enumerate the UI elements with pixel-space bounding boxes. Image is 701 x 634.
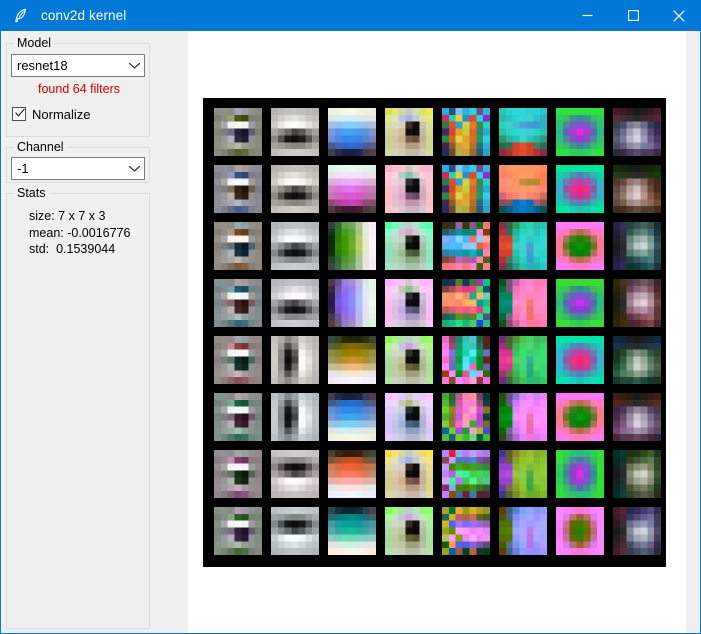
model-select[interactable]: resnet18 (11, 54, 145, 77)
title-bar: conv2d kernel (1, 0, 700, 31)
filter-tile[interactable] (499, 450, 547, 498)
filter-tile[interactable] (499, 393, 547, 441)
filter-tile[interactable] (214, 450, 262, 498)
checkmark-icon (15, 108, 25, 117)
filter-tile[interactable] (556, 507, 604, 555)
stat-line: mean: -0.0016776 (29, 225, 131, 240)
filter-tile[interactable] (613, 165, 661, 213)
filter-tile[interactable] (271, 108, 319, 156)
vertical-scrollbar[interactable] (686, 31, 699, 633)
stats-group-title: Stats (14, 186, 49, 200)
channel-select[interactable]: -1 (11, 157, 145, 180)
normalize-label: Normalize (32, 106, 91, 122)
model-group-title: Model (14, 36, 55, 50)
filter-tile[interactable] (385, 336, 433, 384)
filter-tile[interactable] (328, 165, 376, 213)
filter-tile[interactable] (442, 336, 490, 384)
filter-tile[interactable] (442, 165, 490, 213)
filter-tile[interactable] (556, 108, 604, 156)
filter-tile[interactable] (385, 165, 433, 213)
filter-tile[interactable] (613, 507, 661, 555)
filter-tile[interactable] (328, 108, 376, 156)
filter-tile[interactable] (271, 222, 319, 270)
filter-tile[interactable] (214, 222, 262, 270)
filter-tile[interactable] (613, 336, 661, 384)
application-window: conv2d kernel Model resnet18 found 64 fi… (0, 0, 701, 634)
filter-tile[interactable] (385, 393, 433, 441)
control-panel: Model resnet18 found 64 filters Normaliz… (2, 31, 188, 633)
filter-tile[interactable] (328, 336, 376, 384)
model-select-value: resnet18 (17, 58, 68, 73)
filter-tile[interactable] (613, 450, 661, 498)
chevron-down-icon (124, 55, 144, 76)
filter-tile[interactable] (385, 108, 433, 156)
filter-tile[interactable] (499, 108, 547, 156)
filter-tile[interactable] (556, 336, 604, 384)
filter-tile[interactable] (214, 336, 262, 384)
filter-count-status: found 64 filters (38, 82, 120, 96)
close-button[interactable] (656, 0, 700, 31)
feather-icon (10, 0, 32, 31)
window-controls (564, 0, 700, 31)
filter-tile[interactable] (442, 222, 490, 270)
filter-tile[interactable] (328, 507, 376, 555)
filter-tile[interactable] (442, 108, 490, 156)
filter-tile[interactable] (499, 507, 547, 555)
filter-tile[interactable] (214, 108, 262, 156)
filter-tile[interactable] (328, 393, 376, 441)
filter-tile[interactable] (271, 279, 319, 327)
channel-select-value: -1 (17, 161, 29, 176)
filter-grid (214, 108, 661, 555)
filter-tile[interactable] (271, 507, 319, 555)
window-title: conv2d kernel (41, 8, 127, 23)
filter-canvas-area (188, 31, 688, 633)
filter-tile[interactable] (214, 165, 262, 213)
stat-line: size: 7 x 7 x 3 (29, 209, 106, 223)
normalize-checkbox-row[interactable]: Normalize (12, 104, 91, 124)
filter-grid-canvas[interactable] (203, 98, 666, 567)
filter-tile[interactable] (214, 393, 262, 441)
filter-tile[interactable] (499, 279, 547, 327)
stats-list: size: 7 x 7 x 3 mean: -0.0016776 std: 0.15… (29, 208, 130, 258)
filter-tile[interactable] (214, 507, 262, 555)
minimize-button[interactable] (564, 0, 610, 31)
filter-tile[interactable] (385, 222, 433, 270)
filter-tile[interactable] (613, 222, 661, 270)
filter-tile[interactable] (499, 165, 547, 213)
channel-group: Channel -1 (6, 140, 150, 183)
filter-tile[interactable] (442, 450, 490, 498)
filter-tile[interactable] (328, 279, 376, 327)
maximize-button[interactable] (610, 0, 656, 31)
filter-tile[interactable] (214, 279, 262, 327)
filter-tile[interactable] (442, 507, 490, 555)
filter-tile[interactable] (499, 222, 547, 270)
filter-tile[interactable] (442, 393, 490, 441)
stats-group: Stats size: 7 x 7 x 3 mean: -0.0016776 std… (6, 186, 150, 629)
filter-tile[interactable] (271, 165, 319, 213)
filter-tile[interactable] (271, 393, 319, 441)
filter-tile[interactable] (385, 279, 433, 327)
filter-tile[interactable] (556, 450, 604, 498)
filter-tile[interactable] (613, 393, 661, 441)
channel-group-title: Channel (14, 140, 67, 154)
filter-tile[interactable] (613, 108, 661, 156)
filter-tile[interactable] (271, 336, 319, 384)
filter-tile[interactable] (556, 393, 604, 441)
filter-tile[interactable] (499, 336, 547, 384)
filter-tile[interactable] (556, 222, 604, 270)
filter-tile[interactable] (385, 450, 433, 498)
filter-tile[interactable] (556, 165, 604, 213)
filter-tile[interactable] (385, 507, 433, 555)
filter-tile[interactable] (328, 450, 376, 498)
stat-line: std: 0.1539044 (29, 242, 116, 256)
model-group: Model resnet18 found 64 filters Normaliz… (6, 36, 150, 137)
filter-tile[interactable] (556, 279, 604, 327)
normalize-checkbox[interactable] (12, 107, 26, 121)
filter-tile[interactable] (442, 279, 490, 327)
filter-tile[interactable] (613, 279, 661, 327)
chevron-down-icon (124, 158, 144, 179)
filter-tile[interactable] (271, 450, 319, 498)
filter-tile[interactable] (328, 222, 376, 270)
